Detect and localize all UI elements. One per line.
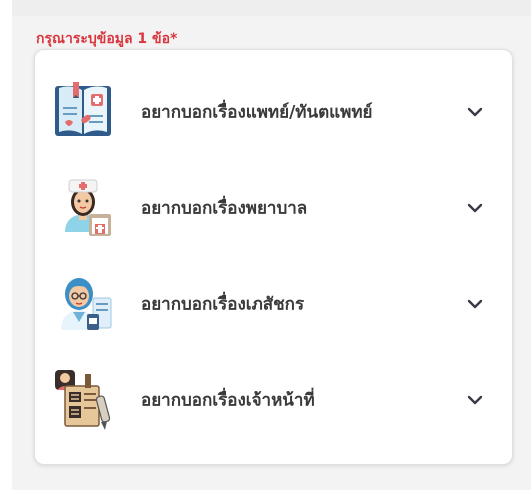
option-doctor-dentist[interactable]: อยากบอกเรื่องแพทย์/ทันตแพทย์ bbox=[35, 72, 512, 152]
top-strip bbox=[12, 0, 531, 16]
option-nurse[interactable]: อยากบอกเรื่องพยาบาล bbox=[35, 168, 512, 248]
option-label: อยากบอกเรื่องเภสัชกร bbox=[141, 294, 305, 315]
option-pharmacist[interactable]: อยากบอกเรื่องเภสัชกร bbox=[35, 264, 512, 344]
chevron-down-icon[interactable] bbox=[466, 295, 484, 313]
option-staff[interactable]: อยากบอกเรื่องเจ้าหน้าที่ bbox=[35, 360, 512, 440]
required-field-label: กรุณาระบุข้อมูล 1 ข้อ* bbox=[36, 31, 178, 47]
options-card: อยากบอกเรื่องแพทย์/ทันตแพทย์ อยากบอกเรื่… bbox=[34, 49, 513, 465]
chevron-down-icon[interactable] bbox=[466, 391, 484, 409]
medical-book-icon bbox=[55, 82, 111, 136]
nurse-icon bbox=[65, 179, 111, 236]
pharmacist-icon bbox=[61, 278, 112, 330]
option-label: อยากบอกเรื่องเจ้าหน้าที่ bbox=[141, 390, 315, 411]
chevron-down-icon[interactable] bbox=[466, 103, 484, 121]
staff-documents-icon bbox=[55, 370, 111, 430]
option-label: อยากบอกเรื่องพยาบาล bbox=[141, 198, 308, 219]
option-label: อยากบอกเรื่องแพทย์/ทันตแพทย์ bbox=[141, 102, 373, 123]
chevron-down-icon[interactable] bbox=[466, 199, 484, 217]
